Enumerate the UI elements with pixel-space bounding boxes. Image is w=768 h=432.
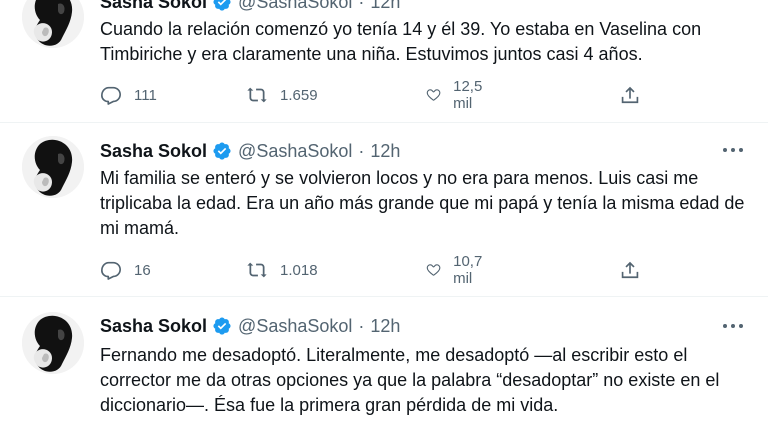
author-name[interactable]: Sasha Sokol <box>100 0 207 13</box>
share-button[interactable] <box>619 257 653 283</box>
reply-button[interactable]: 111 <box>100 82 157 108</box>
retweet-button[interactable]: 1.659 <box>246 82 318 108</box>
retweet-button[interactable]: 1.018 <box>246 257 318 283</box>
tweet-header: Sasha Sokol @SashaSokol · 12h <box>100 0 400 14</box>
avatar[interactable] <box>22 0 84 48</box>
like-count: 10,7 mil <box>453 253 483 287</box>
tweet-text: Mi familia se enteró y se volvieron loco… <box>100 168 745 238</box>
tweet[interactable]: Sasha Sokol @SashaSokol · 12h Fernando m… <box>0 297 768 432</box>
avatar-image <box>22 136 84 198</box>
avatar[interactable] <box>22 312 84 374</box>
reply-icon <box>100 84 122 106</box>
retweet-count: 1.018 <box>280 261 318 279</box>
avatar-image <box>22 0 84 48</box>
author-handle[interactable]: @SashaSokol <box>238 141 352 162</box>
retweet-count: 1.659 <box>280 86 318 104</box>
share-icon <box>619 84 641 106</box>
share-icon <box>619 259 641 281</box>
like-button[interactable]: 10,7 mil <box>426 253 489 287</box>
more-icon[interactable] <box>722 145 744 155</box>
verified-badge-icon <box>212 316 232 336</box>
separator-dot: · <box>358 140 365 161</box>
verified-badge-icon <box>212 0 232 12</box>
tweet[interactable]: Sasha Sokol @SashaSokol · 12h Mi familia… <box>0 123 768 293</box>
timestamp[interactable]: 12h <box>370 0 400 13</box>
tweet-header: Sasha Sokol @SashaSokol · 12h <box>100 314 400 338</box>
author-name[interactable]: Sasha Sokol <box>100 316 207 337</box>
like-icon <box>426 259 441 281</box>
reply-button[interactable]: 16 <box>100 257 151 283</box>
like-count: 12,5 mil <box>453 78 483 112</box>
avatar-image <box>22 312 84 374</box>
timestamp[interactable]: 12h <box>370 316 400 337</box>
timestamp[interactable]: 12h <box>370 141 400 162</box>
verified-badge-icon <box>212 141 232 161</box>
separator-dot: · <box>358 0 365 12</box>
author-name[interactable]: Sasha Sokol <box>100 141 207 162</box>
tweet-text: Cuando la relación comenzó yo tenía 14 y… <box>100 19 702 64</box>
author-handle[interactable]: @SashaSokol <box>238 316 352 337</box>
more-icon[interactable] <box>722 321 744 331</box>
like-button[interactable]: 12,5 mil <box>426 78 489 112</box>
reply-icon <box>100 259 122 281</box>
tweet[interactable]: Sasha Sokol @SashaSokol · 12h Cuando la … <box>0 0 768 120</box>
retweet-icon <box>246 84 268 106</box>
author-handle[interactable]: @SashaSokol <box>238 0 352 13</box>
tweet-text: Fernando me desadoptó. Literalmente, me … <box>100 345 720 415</box>
share-button[interactable] <box>619 82 653 108</box>
reply-count: 16 <box>134 261 151 279</box>
like-icon <box>426 84 441 106</box>
avatar[interactable] <box>22 136 84 198</box>
tweet-header: Sasha Sokol @SashaSokol · 12h <box>100 139 400 163</box>
separator-dot: · <box>358 315 365 336</box>
reply-count: 111 <box>134 86 157 104</box>
retweet-icon <box>246 259 268 281</box>
